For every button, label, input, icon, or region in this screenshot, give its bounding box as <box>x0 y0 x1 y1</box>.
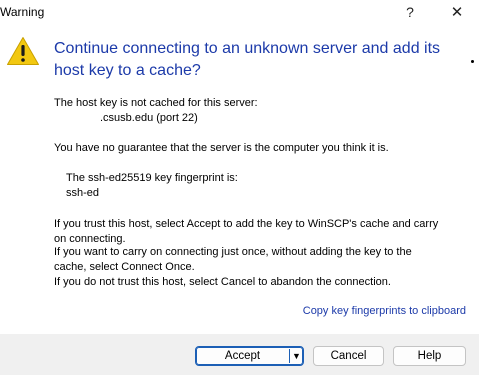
fingerprint-label: The ssh-ed25519 key fingerprint is: <box>66 172 238 184</box>
warning-dialog: Warning ? ✕ Continue connecting to an un… <box>0 0 479 375</box>
heading-line-2: host key to a cache? <box>54 62 201 79</box>
cancel-instructions: If you do not trust this host, select Ca… <box>54 276 391 288</box>
accept-button[interactable]: Accept <box>196 350 289 362</box>
stray-dot <box>471 60 474 63</box>
connect-once-instructions-line-2: cache, select Connect Once. <box>54 261 195 273</box>
no-guarantee-text: You have no guarantee that the server is… <box>54 142 389 154</box>
title-bar: Warning ? ✕ <box>0 0 479 24</box>
server-address-text: .csusb.edu (port 22) <box>100 112 198 124</box>
close-button[interactable]: ✕ <box>441 0 473 24</box>
fingerprint-value: ssh-ed <box>66 187 100 199</box>
copy-fingerprints-link[interactable]: Copy key fingerprints to clipboard <box>303 305 466 317</box>
cancel-button[interactable]: Cancel <box>313 346 384 366</box>
connect-once-instructions-line-1: If you want to carry on connecting just … <box>54 246 412 258</box>
dropdown-arrow-icon[interactable]: ▼ <box>292 347 301 365</box>
heading-line-1: Continue connecting to an unknown server… <box>54 40 441 57</box>
warning-icon <box>7 37 39 65</box>
not-cached-text: The host key is not cached for this serv… <box>54 97 258 109</box>
dialog-heading: Continue connecting to an unknown server… <box>54 38 454 82</box>
question-mark-icon: ? <box>406 4 414 20</box>
trust-instructions-line-1: If you trust this host, select Accept to… <box>54 218 439 230</box>
help-button[interactable]: Help <box>393 346 466 366</box>
window-title: Warning <box>0 5 45 19</box>
split-divider <box>289 349 290 363</box>
close-icon: ✕ <box>450 4 464 21</box>
accept-split-button[interactable]: Accept ▼ <box>195 346 304 366</box>
help-title-button[interactable]: ? <box>394 0 426 24</box>
